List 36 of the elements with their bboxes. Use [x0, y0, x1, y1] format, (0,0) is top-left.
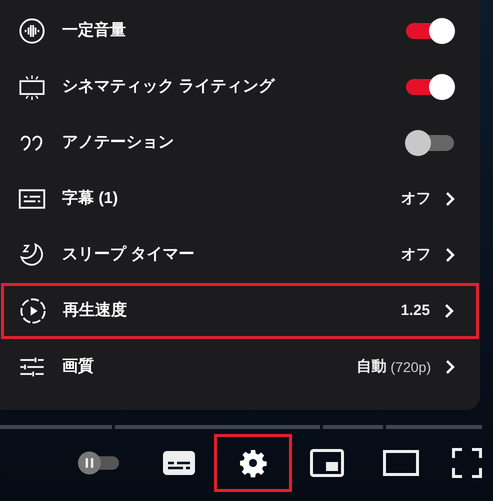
menu-label: シネマティック ライティング — [62, 77, 276, 97]
settings-icon — [238, 448, 268, 478]
chevron-right-icon — [445, 247, 455, 263]
chevron-right-icon — [444, 303, 454, 319]
pause-switch-icon — [77, 450, 121, 476]
menu-label: 字幕 (1) — [62, 188, 119, 209]
play-circle-icon — [19, 297, 47, 325]
menu-label: 一定音量 — [62, 20, 127, 41]
menu-label: 画質 — [62, 356, 95, 377]
settings-button[interactable] — [214, 434, 292, 492]
screen-glow-icon — [18, 73, 46, 101]
menu-value: オフ — [401, 244, 431, 265]
menu-label: スリープ タイマー — [62, 244, 196, 265]
menu-value-detail: (720p) — [390, 358, 431, 377]
menu-label: アノテーション — [62, 133, 175, 153]
toggle-switch[interactable] — [405, 74, 455, 100]
toggle-switch[interactable] — [405, 130, 455, 156]
menu-item[interactable]: 画質 自動 (720p) — [0, 339, 480, 395]
menu-item[interactable]: アノテーション — [0, 115, 480, 171]
subtitles-icon — [163, 450, 195, 476]
volume-wave-icon — [18, 17, 46, 45]
menu-item[interactable]: 再生速度 1.25 — [1, 283, 479, 339]
toggle-switch[interactable] — [405, 18, 455, 44]
menu-item[interactable]: シネマティック ライティング — [0, 59, 480, 115]
menu-item[interactable]: 一定音量 — [0, 3, 480, 59]
menu-label: 再生速度 — [63, 300, 128, 321]
menu-value: オフ — [401, 188, 431, 209]
fullscreen-icon — [452, 448, 482, 478]
theater-icon — [383, 450, 419, 476]
chevron-right-icon — [445, 191, 455, 207]
chevron-right-icon — [445, 359, 455, 375]
menu-value: 1.25 — [400, 300, 430, 321]
miniplayer-icon — [310, 449, 344, 477]
menu-value: 自動 — [356, 356, 387, 377]
menu-item[interactable]: スリープ タイマー オフ — [0, 227, 480, 283]
menu-item[interactable]: 字幕 (1) オフ — [0, 171, 480, 227]
